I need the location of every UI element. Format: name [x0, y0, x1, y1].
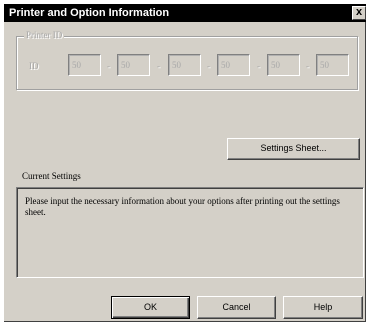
- ok-button[interactable]: OK: [111, 296, 190, 319]
- id-separator: -: [157, 61, 160, 71]
- id-separator: -: [306, 61, 309, 71]
- printer-id-field-4[interactable]: 50: [217, 54, 250, 76]
- printer-id-group-label: Printer ID: [24, 30, 65, 40]
- cancel-button[interactable]: Cancel: [197, 296, 276, 319]
- id-label: ID: [29, 61, 39, 71]
- printer-id-field-3[interactable]: 50: [168, 54, 201, 76]
- id-separator: -: [257, 61, 260, 71]
- close-icon: x: [355, 6, 363, 18]
- close-button[interactable]: x: [352, 6, 366, 20]
- current-settings-box: Please input the necessary information a…: [16, 187, 364, 278]
- id-separator: -: [207, 61, 210, 71]
- window-title: Printer and Option Information: [9, 7, 170, 19]
- printer-id-field-5[interactable]: 50: [267, 54, 300, 76]
- settings-sheet-button[interactable]: Settings Sheet...: [227, 138, 360, 160]
- current-settings-text: Please input the necessary information a…: [25, 196, 340, 217]
- printer-id-field-1[interactable]: 50: [68, 54, 101, 76]
- id-separator: -: [107, 61, 110, 71]
- help-button[interactable]: Help: [283, 296, 363, 319]
- printer-id-field-6[interactable]: 50: [316, 54, 349, 76]
- current-settings-label: Current Settings: [22, 171, 81, 181]
- printer-id-field-2[interactable]: 50: [117, 54, 150, 76]
- title-bar: Printer and Option Information x: [4, 4, 366, 22]
